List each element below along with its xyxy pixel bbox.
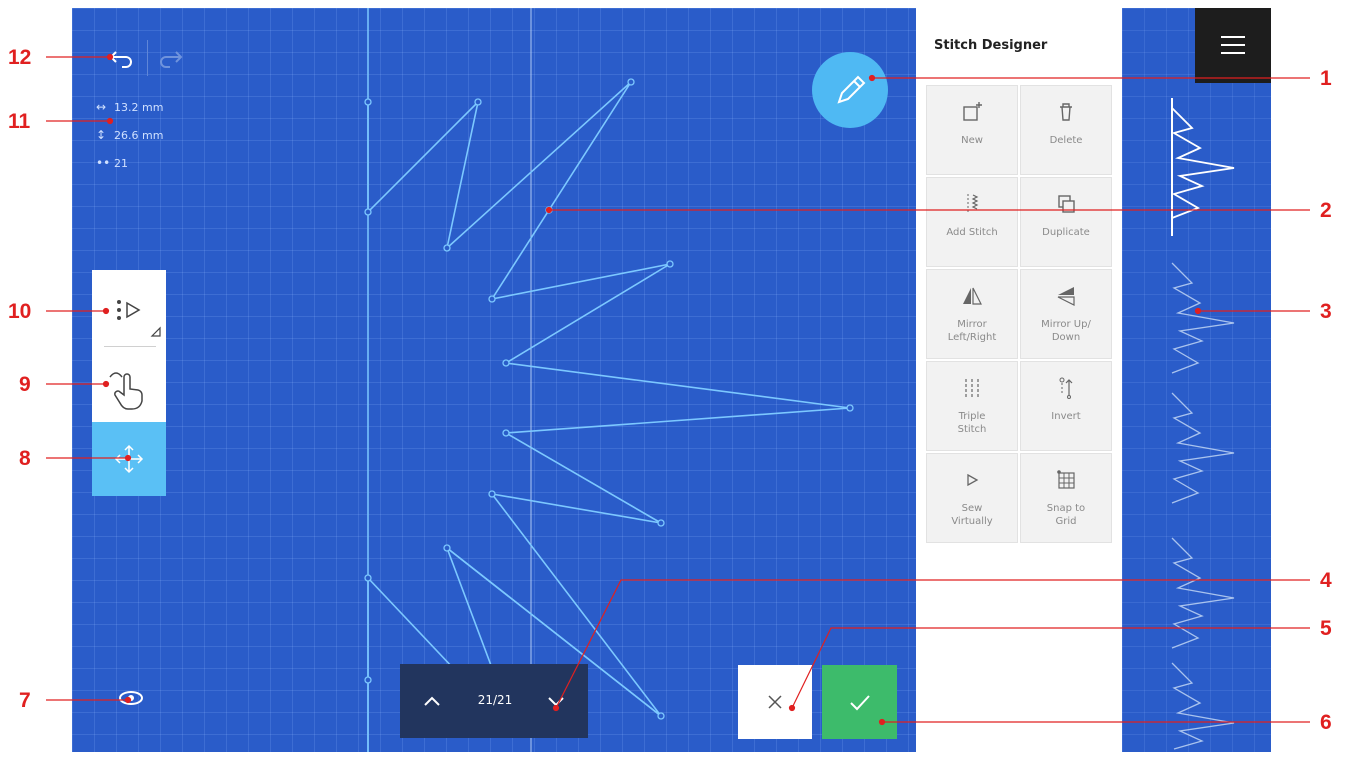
callout-2: 2: [1320, 199, 1332, 222]
callout-8: 8: [19, 447, 31, 470]
callout-5: 5: [1320, 617, 1332, 640]
callout-1: 1: [1320, 67, 1332, 90]
callout-11: 11: [8, 110, 31, 133]
callout-9: 9: [19, 373, 31, 396]
callout-leader-lines: [46, 53, 1310, 726]
callout-6: 6: [1320, 711, 1332, 734]
callout-7: 7: [19, 689, 31, 712]
callout-3: 3: [1320, 300, 1332, 323]
callout-10: 10: [8, 300, 32, 323]
callout-4: 4: [1320, 569, 1332, 592]
callout-12: 12: [8, 46, 32, 69]
